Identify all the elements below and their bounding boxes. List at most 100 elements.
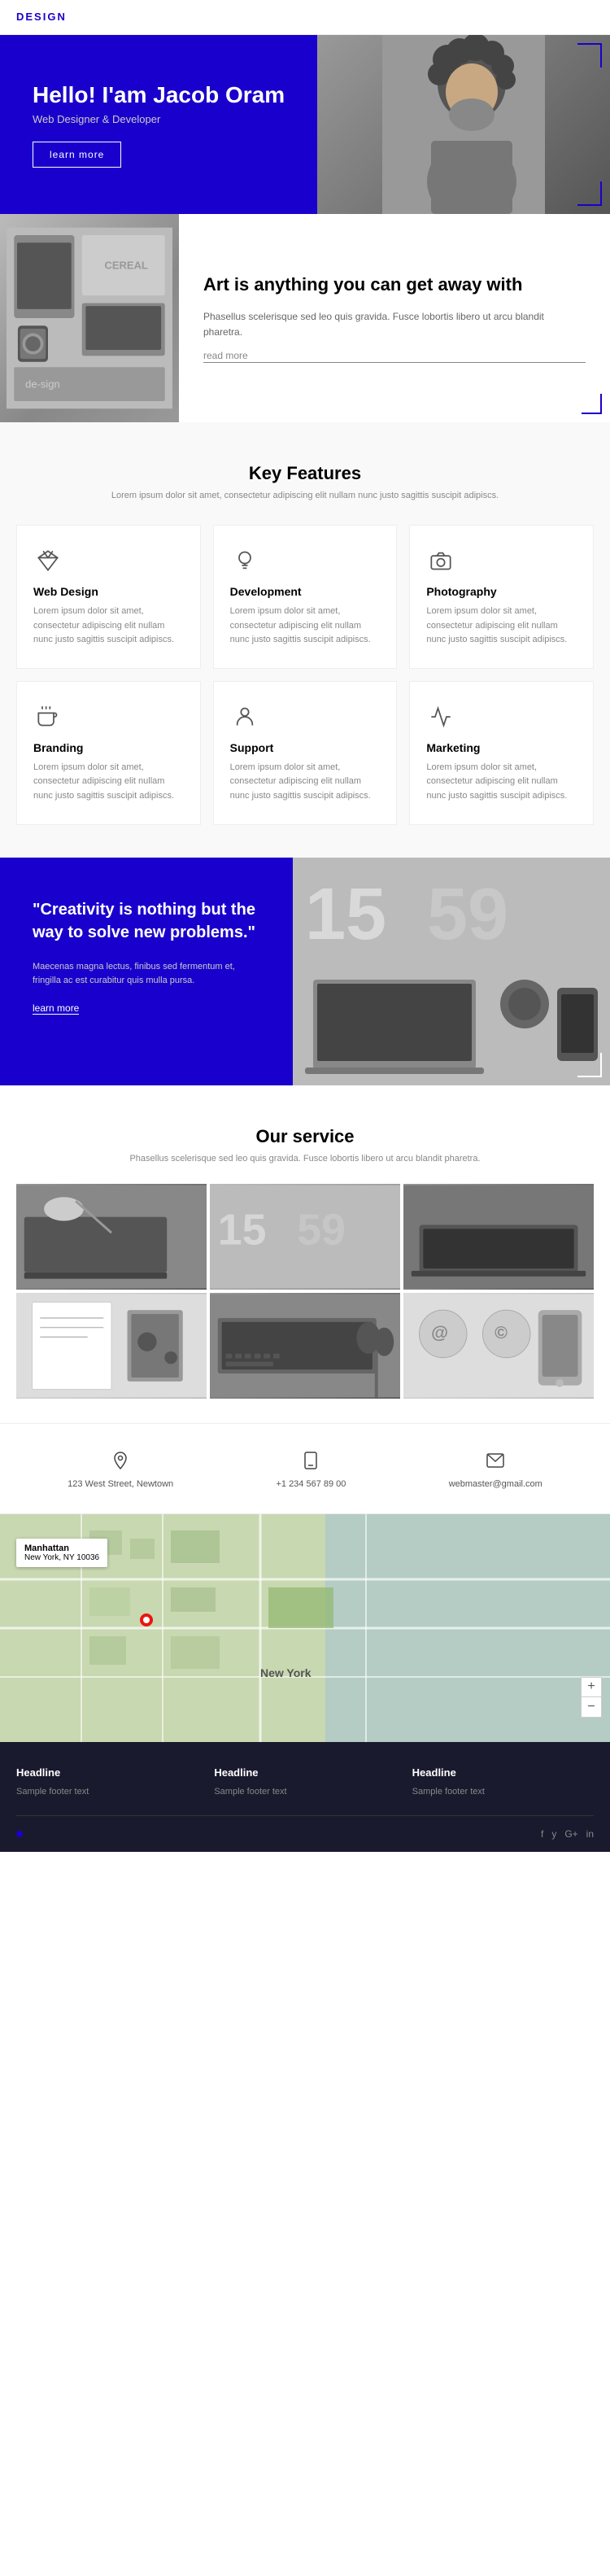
- features-grid: Web Design Lorem ipsum dolor sit amet, c…: [16, 525, 594, 825]
- service-image-2: 15 59: [210, 1184, 400, 1290]
- service-subtitle: Phasellus scelerisque sed leo quis gravi…: [16, 1154, 594, 1164]
- contact-address-text: 123 West Street, Newtown: [68, 1479, 173, 1489]
- hero-subtitle: Web Designer & Developer: [33, 113, 577, 125]
- feature-body-support: Lorem ipsum dolor sit amet, consectetur …: [230, 761, 381, 804]
- service-img-3-svg: [403, 1184, 594, 1290]
- feature-title-branding: Branding: [33, 741, 184, 754]
- feature-card-branding: Branding Lorem ipsum dolor sit amet, con…: [16, 681, 201, 825]
- phone-icon: [298, 1448, 323, 1473]
- feature-body-web-design: Lorem ipsum dolor sit amet, consectetur …: [33, 605, 184, 648]
- site-logo: DESIGN: [16, 11, 67, 23]
- footer-heading-3: Headline: [412, 1766, 594, 1779]
- diamond-icon: [33, 546, 63, 575]
- service-img-5-svg: [210, 1293, 400, 1399]
- service-img-2-svg: 15 59: [210, 1184, 400, 1290]
- art-text-col: Art is anything you can get away with Ph…: [179, 214, 610, 422]
- features-subtitle: Lorem ipsum dolor sit amet, consectetur …: [16, 491, 594, 500]
- site-header: DESIGN: [0, 0, 610, 35]
- service-image-1: [16, 1184, 207, 1290]
- feature-body-marketing: Lorem ipsum dolor sit amet, consectetur …: [426, 761, 577, 804]
- footer-col-2: Headline Sample footer text: [214, 1766, 395, 1800]
- hero-section: Hello! I'am Jacob Oram Web Designer & De…: [0, 35, 610, 214]
- service-image-4: [16, 1293, 207, 1399]
- svg-text:15: 15: [305, 874, 386, 955]
- social-link-linkedin[interactable]: in: [586, 1828, 594, 1840]
- art-image-placeholder: CEREAL de-sign: [0, 214, 179, 422]
- location-icon: [108, 1448, 133, 1473]
- map-placeholder: New York Manhattan New York, NY 10036 + …: [0, 1514, 610, 1742]
- art-read-more-link[interactable]: read more: [203, 350, 586, 363]
- art-image-col: CEREAL de-sign: [0, 214, 179, 422]
- footer-body-2: Sample footer text: [214, 1785, 395, 1800]
- hero-heading: Hello! I'am Jacob Oram: [33, 81, 577, 109]
- art-corner-deco: [582, 394, 602, 414]
- svg-text:©: ©: [495, 1323, 508, 1343]
- map-label-title: Manhattan: [24, 1543, 99, 1553]
- contact-phone: +1 234 567 89 00: [276, 1448, 346, 1489]
- art-collage-svg: CEREAL de-sign: [7, 220, 172, 416]
- social-link-youtube[interactable]: y: [551, 1828, 556, 1840]
- hand-icon: [33, 702, 63, 731]
- quote-text: "Creativity is nothing but the way to so…: [33, 898, 260, 944]
- contact-email: webmaster@gmail.com: [449, 1448, 542, 1489]
- chart-icon: [426, 702, 455, 731]
- feature-title-photography: Photography: [426, 585, 577, 598]
- footer-logo-dot: [16, 1831, 23, 1837]
- quote-content: "Creativity is nothing but the way to so…: [0, 858, 293, 1085]
- feature-title-development: Development: [230, 585, 381, 598]
- hero-learn-more-button[interactable]: learn more: [33, 142, 121, 168]
- social-link-googleplus[interactable]: G+: [564, 1828, 577, 1840]
- map-zoom-in-button[interactable]: +: [582, 1678, 601, 1697]
- email-icon: [483, 1448, 508, 1473]
- svg-text:59: 59: [427, 874, 508, 955]
- service-img-4-svg: [16, 1293, 207, 1399]
- quote-learn-more-link[interactable]: learn more: [33, 1002, 79, 1015]
- feature-title-web-design: Web Design: [33, 585, 184, 598]
- feature-card-support: Support Lorem ipsum dolor sit amet, cons…: [213, 681, 398, 825]
- feature-title-support: Support: [230, 741, 381, 754]
- service-grid: 15 59: [16, 1184, 594, 1399]
- map-zoom-out-button[interactable]: −: [582, 1697, 601, 1717]
- feature-card-photography: Photography Lorem ipsum dolor sit amet, …: [409, 525, 594, 669]
- quote-image-col: 15 59: [293, 858, 610, 1085]
- feature-card-development: Development Lorem ipsum dolor sit amet, …: [213, 525, 398, 669]
- person-icon: [230, 702, 259, 731]
- art-heading: Art is anything you can get away with: [203, 273, 586, 297]
- service-img-1-svg: [16, 1184, 207, 1290]
- svg-text:CEREAL: CEREAL: [105, 260, 148, 272]
- map-label: Manhattan New York, NY 10036: [16, 1539, 107, 1567]
- contact-email-text: webmaster@gmail.com: [449, 1479, 542, 1489]
- social-links: f y G+ in: [541, 1828, 594, 1840]
- contact-phone-text: +1 234 567 89 00: [276, 1479, 346, 1489]
- features-section: Key Features Lorem ipsum dolor sit amet,…: [0, 422, 610, 858]
- footer-columns: Headline Sample footer text Headline Sam…: [16, 1766, 594, 1800]
- features-heading: Key Features: [16, 463, 594, 484]
- contact-section: 123 West Street, Newtown +1 234 567 89 0…: [0, 1423, 610, 1514]
- art-body: Phasellus scelerisque sed leo quis gravi…: [203, 309, 586, 340]
- quote-body: Maecenas magna lectus, finibus sed ferme…: [33, 960, 260, 989]
- feature-card-marketing: Marketing Lorem ipsum dolor sit amet, co…: [409, 681, 594, 825]
- footer-col-3: Headline Sample footer text: [412, 1766, 594, 1800]
- svg-text:15: 15: [218, 1205, 267, 1254]
- footer-col-1: Headline Sample footer text: [16, 1766, 198, 1800]
- map-zoom-controls: + −: [581, 1677, 602, 1718]
- footer-heading-1: Headline: [16, 1766, 198, 1779]
- quote-image-placeholder: 15 59: [293, 858, 610, 1085]
- service-section: Our service Phasellus scelerisque sed le…: [0, 1085, 610, 1423]
- social-link-facebook[interactable]: f: [541, 1828, 543, 1840]
- bulb-icon: [230, 546, 259, 575]
- quote-section: "Creativity is nothing but the way to so…: [0, 858, 610, 1085]
- feature-body-development: Lorem ipsum dolor sit amet, consectetur …: [230, 605, 381, 648]
- svg-text:de-sign: de-sign: [25, 378, 60, 390]
- feature-card-web-design: Web Design Lorem ipsum dolor sit amet, c…: [16, 525, 201, 669]
- contact-address: 123 West Street, Newtown: [68, 1448, 173, 1489]
- footer-heading-2: Headline: [214, 1766, 395, 1779]
- footer-bottom: f y G+ in: [16, 1815, 594, 1840]
- map-label-line1: New York, NY 10036: [24, 1553, 99, 1562]
- svg-text:59: 59: [297, 1205, 346, 1254]
- quote-bottom-decoration: [577, 1053, 602, 1077]
- art-section: CEREAL de-sign Art is anything you can g…: [0, 214, 610, 422]
- camera-icon: [426, 546, 455, 575]
- feature-title-marketing: Marketing: [426, 741, 577, 754]
- hero-content: Hello! I'am Jacob Oram Web Designer & De…: [0, 49, 610, 201]
